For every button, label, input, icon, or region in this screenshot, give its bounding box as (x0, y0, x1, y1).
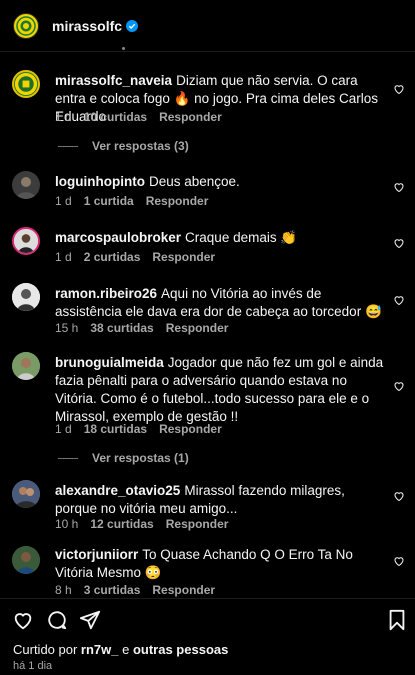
comment-icon (48, 611, 67, 630)
comment-text: ramon.ribeiro26 Aqui no Vitória ao invés … (55, 285, 390, 321)
comment-button[interactable] (46, 609, 68, 631)
comment-meta: 1 d 1 curtida Responder (55, 194, 208, 208)
comment-time: 1 d (55, 110, 72, 124)
profile-username[interactable]: mirassolfc (52, 18, 122, 34)
comment-text: brunoguialmeida Jogador que não fez um go… (55, 354, 390, 426)
commenter-avatar[interactable] (12, 283, 40, 311)
save-button[interactable] (386, 609, 408, 631)
share-button[interactable] (79, 609, 101, 631)
heart-icon (14, 613, 32, 630)
post-time: há 1 dia (13, 660, 53, 672)
liked-by-others[interactable]: outras pessoas (133, 642, 228, 657)
heart-icon (394, 85, 404, 95)
commenter-avatar[interactable] (12, 70, 40, 98)
reply-button[interactable]: Responder (159, 422, 222, 436)
comment-like-button[interactable] (393, 554, 405, 567)
comment-likes[interactable]: 18 curtidas (84, 422, 147, 436)
heart-icon (394, 239, 404, 249)
like-post-button[interactable] (12, 609, 34, 631)
heart-icon (394, 183, 404, 193)
commenter-avatar[interactable] (12, 546, 40, 574)
user-avatar-icon (12, 283, 40, 311)
fan-club-logo-icon (14, 72, 38, 96)
replies-divider (58, 457, 78, 459)
user-avatar-icon (12, 352, 40, 380)
replies-divider (58, 145, 78, 147)
comment-text: alexandre_otavio25 Mirassol fazendo milag… (55, 482, 390, 518)
heart-icon (394, 296, 404, 306)
comment-likes[interactable]: 1 curtida (84, 194, 134, 208)
reply-button[interactable]: Responder (152, 250, 215, 264)
commenter-avatar[interactable] (12, 480, 40, 508)
comment-text: victorjuniiorr To Quase Achando Q O Erro … (55, 546, 390, 582)
heart-icon (394, 492, 404, 502)
comment-time: 1 d (55, 194, 72, 208)
verified-badge-icon (126, 19, 139, 32)
reply-button[interactable]: Responder (166, 321, 229, 335)
comment-meta: 1 d 10 curtidas Responder (55, 110, 222, 124)
liked-by-mid: e (118, 642, 133, 657)
commenter-avatar[interactable] (12, 227, 40, 255)
comment-text: marcospaulobroker Craque demais 👏 (55, 229, 390, 247)
scroll-indicator (122, 47, 125, 50)
profile-avatar[interactable] (13, 12, 39, 39)
user-avatar-icon (16, 177, 36, 199)
comment-time: 1 d (55, 422, 72, 436)
reply-button[interactable]: Responder (166, 517, 229, 531)
comment-author[interactable]: loguinhopinto (55, 174, 145, 189)
club-crest-icon (16, 15, 36, 36)
comment-like-button[interactable] (393, 379, 405, 392)
user-avatar-icon (12, 546, 40, 574)
comment-like-button[interactable] (393, 82, 405, 95)
view-replies-button[interactable]: Ver respostas (1) (58, 451, 189, 465)
comment-like-button[interactable] (393, 180, 405, 193)
heart-icon (394, 557, 404, 567)
commenter-avatar[interactable] (12, 171, 40, 199)
view-replies-label: Ver respostas (3) (92, 139, 189, 153)
comment-body: Deus abençoe. (148, 174, 240, 189)
comment-author[interactable]: ramon.ribeiro26 (55, 286, 157, 301)
comment-like-button[interactable] (393, 293, 405, 306)
reply-button[interactable]: Responder (146, 194, 209, 208)
comment-meta: 10 h 12 curtidas Responder (55, 517, 228, 531)
post-action-bar (0, 598, 415, 638)
comment-like-button[interactable] (393, 236, 405, 249)
comment-time: 1 d (55, 250, 72, 264)
comment-meta: 1 d 18 curtidas Responder (55, 422, 222, 436)
comment-author[interactable]: victorjuniiorr (55, 547, 138, 562)
comment-time: 15 h (55, 321, 79, 335)
comment-meta: 8 h 3 curtidas Responder (55, 583, 215, 597)
liked-by-user[interactable]: rn7w_ (81, 642, 119, 657)
comment-text: loguinhopinto Deus abençoe. (55, 173, 390, 191)
comment-author[interactable]: marcospaulobroker (55, 230, 181, 245)
user-avatar-icon (12, 480, 40, 508)
comment-time: 10 h (55, 517, 79, 531)
heart-icon (394, 382, 404, 392)
commenter-avatar[interactable] (12, 352, 40, 380)
view-replies-label: Ver respostas (1) (92, 451, 189, 465)
comment-likes[interactable]: 10 curtidas (84, 110, 147, 124)
liked-by-summary: Curtido por rn7w_ e outras pessoas (13, 642, 228, 657)
post-header: mirassolfc (0, 0, 415, 52)
comment-author[interactable]: brunoguialmeida (55, 355, 164, 370)
share-icon (79, 610, 101, 630)
comment-meta: 15 h 38 curtidas Responder (55, 321, 228, 335)
comment-author[interactable]: alexandre_otavio25 (55, 483, 180, 498)
comment-likes[interactable]: 12 curtidas (90, 517, 153, 531)
reply-button[interactable]: Responder (159, 110, 222, 124)
view-replies-button[interactable]: Ver respostas (3) (58, 139, 189, 153)
comment-likes[interactable]: 3 curtidas (84, 583, 141, 597)
comment-like-button[interactable] (393, 489, 405, 502)
comment-body: Craque demais 👏 (185, 230, 298, 245)
comment-meta: 1 d 2 curtidas Responder (55, 250, 215, 264)
comment-likes[interactable]: 2 curtidas (84, 250, 141, 264)
comment-author[interactable]: mirassolfc_naveia (55, 73, 172, 88)
user-avatar-icon (14, 229, 38, 253)
reply-button[interactable]: Responder (152, 583, 215, 597)
bookmark-icon (389, 609, 405, 631)
liked-by-prefix: Curtido por (13, 642, 81, 657)
comment-time: 8 h (55, 583, 72, 597)
comment-likes[interactable]: 38 curtidas (90, 321, 153, 335)
